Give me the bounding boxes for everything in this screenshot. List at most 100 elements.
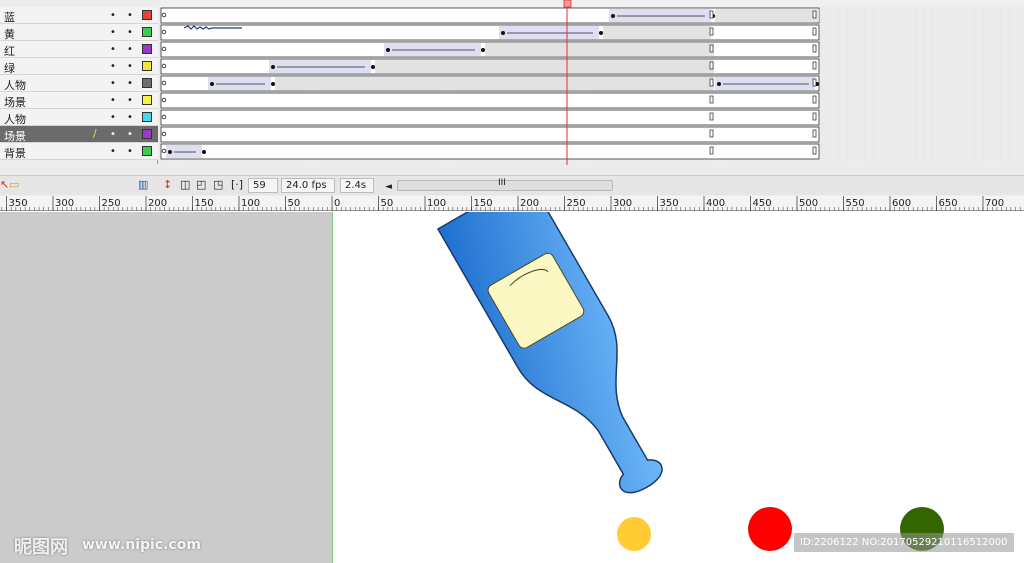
end-frame-marker (709, 95, 714, 104)
frame-rate-field[interactable]: 24.0 fps (281, 178, 335, 193)
layer-row[interactable]: 人物 • • (0, 75, 158, 92)
lock-toggle[interactable]: • (127, 27, 133, 38)
horizontal-ruler: 350 300 250 200 150 100 50 0 50 100 150 200 250 300 35… (0, 196, 1024, 211)
scroll-left-icon[interactable]: ◄ (385, 180, 392, 194)
visibility-toggle[interactable]: • (110, 112, 116, 123)
layer-name: 红 (4, 45, 15, 58)
keyframe (271, 65, 275, 69)
end-frame-marker (812, 112, 817, 121)
delete-layer-icon[interactable]: ▥ (138, 178, 148, 192)
stage-graphic[interactable] (333, 212, 1024, 563)
layer-outline-color-swatch[interactable] (142, 95, 152, 105)
lock-toggle[interactable]: • (127, 129, 133, 140)
end-frame-marker (709, 78, 714, 87)
playhead-handle (563, 0, 572, 8)
keyframe (481, 48, 485, 52)
keyframe (371, 65, 375, 69)
watermark-url: www.nipic.com (82, 537, 201, 553)
layer-outline-color-swatch[interactable] (142, 61, 152, 71)
add-folder-icon[interactable]: ▭ (9, 178, 19, 192)
ruler-label: 350 (660, 198, 679, 209)
onion-skin-icon[interactable]: ◫ (180, 178, 190, 192)
lock-toggle[interactable]: • (127, 61, 133, 72)
visibility-toggle[interactable]: • (110, 146, 116, 157)
bottle[interactable] (436, 212, 692, 513)
watermark-logo: 昵图网 (14, 537, 68, 558)
visibility-toggle[interactable]: • (110, 44, 116, 55)
end-frame-marker (812, 61, 817, 70)
red-ball[interactable] (748, 507, 792, 551)
layer-frame-span (160, 143, 820, 160)
lock-toggle[interactable]: • (127, 78, 133, 89)
static-span (375, 60, 714, 73)
ruler-label: 250 (102, 198, 121, 209)
ruler-label: 50 (381, 198, 394, 209)
layer-outline-color-swatch[interactable] (142, 27, 152, 37)
keyframe (168, 150, 172, 154)
layer-row[interactable]: 红 • • (0, 41, 158, 58)
onion-outline-icon[interactable]: ◰ (196, 178, 206, 192)
lock-toggle[interactable]: • (127, 146, 133, 157)
static-span (603, 26, 711, 39)
layer-name: 背景 (4, 147, 26, 160)
layer-name: 场景 (4, 96, 26, 109)
stage-canvas[interactable] (332, 212, 1024, 563)
layer-outline-color-swatch[interactable] (142, 44, 152, 54)
lock-toggle[interactable]: • (127, 112, 133, 123)
visibility-toggle[interactable]: • (110, 95, 116, 106)
ruler-label: 450 (753, 198, 772, 209)
keyframe (386, 48, 390, 52)
ruler-label: 650 (939, 198, 958, 209)
layer-row[interactable]: 黄 • • (0, 24, 158, 41)
current-frame-field[interactable]: 59 (248, 178, 278, 193)
frames-graphic[interactable] (159, 0, 1024, 165)
keyframe (501, 31, 505, 35)
layer-outline-color-swatch[interactable] (142, 146, 152, 156)
flash-editor-window: 蓝 • • 黄 • • 红 • • 绿 • • 人物 • • 场景 • • 人物 • • 场景 / • • 背景 • • ↖ ▭ ▥ … (0, 0, 1024, 563)
yellow-ball[interactable] (617, 517, 651, 551)
frames-grid[interactable] (159, 0, 1024, 165)
ruler-label: 400 (706, 198, 725, 209)
layer-frame-span (160, 92, 820, 109)
visibility-toggle[interactable]: • (110, 27, 116, 38)
layer-row[interactable]: 人物 • • (0, 109, 158, 126)
ruler-label: 100 (241, 198, 260, 209)
ruler-label: 150 (474, 198, 493, 209)
motion-tween (609, 9, 711, 22)
pencil-icon: / (93, 127, 97, 140)
visibility-toggle[interactable]: • (110, 129, 116, 140)
end-frame-marker (812, 146, 817, 155)
layer-outline-color-swatch[interactable] (142, 78, 152, 88)
center-frame-icon[interactable]: ↕ (163, 178, 172, 192)
layer-outline-color-swatch[interactable] (142, 129, 152, 139)
layer-outline-color-swatch[interactable] (142, 112, 152, 122)
end-frame-marker (812, 78, 817, 87)
watermark-id: ID:2206122 NO:20170529210116512000 (794, 533, 1014, 552)
layer-row[interactable]: 绿 • • (0, 58, 158, 75)
lock-toggle[interactable]: • (127, 10, 133, 21)
layer-row[interactable]: 场景 • • (0, 92, 158, 109)
add-layer-icon[interactable]: ↖ (0, 178, 9, 192)
visibility-toggle[interactable]: • (110, 61, 116, 72)
visibility-toggle[interactable]: • (110, 78, 116, 89)
lock-toggle[interactable]: • (127, 44, 133, 55)
ruler-label: 200 (148, 198, 167, 209)
layer-row[interactable]: 蓝 • • (0, 7, 158, 24)
layer-name: 蓝 (4, 11, 15, 24)
lock-toggle[interactable]: • (127, 95, 133, 106)
scroll-grip[interactable]: III (498, 178, 506, 188)
ruler-label: 350 (9, 198, 28, 209)
visibility-toggle[interactable]: • (110, 10, 116, 21)
ruler-label: 600 (892, 198, 911, 209)
layer-name: 绿 (4, 62, 15, 75)
modify-markers-icon[interactable]: [·] (231, 178, 243, 192)
keyframe (202, 150, 206, 154)
layer-row[interactable]: 场景 / • • (0, 126, 158, 143)
end-frame-marker (709, 146, 714, 155)
horizontal-scrollbar[interactable]: III (397, 178, 613, 191)
layer-outline-color-swatch[interactable] (142, 10, 152, 20)
motion-tween (269, 60, 371, 73)
layer-row[interactable]: 背景 • • (0, 143, 158, 160)
motion-tween (208, 77, 271, 90)
edit-multiple-frames-icon[interactable]: ◳ (213, 178, 223, 192)
